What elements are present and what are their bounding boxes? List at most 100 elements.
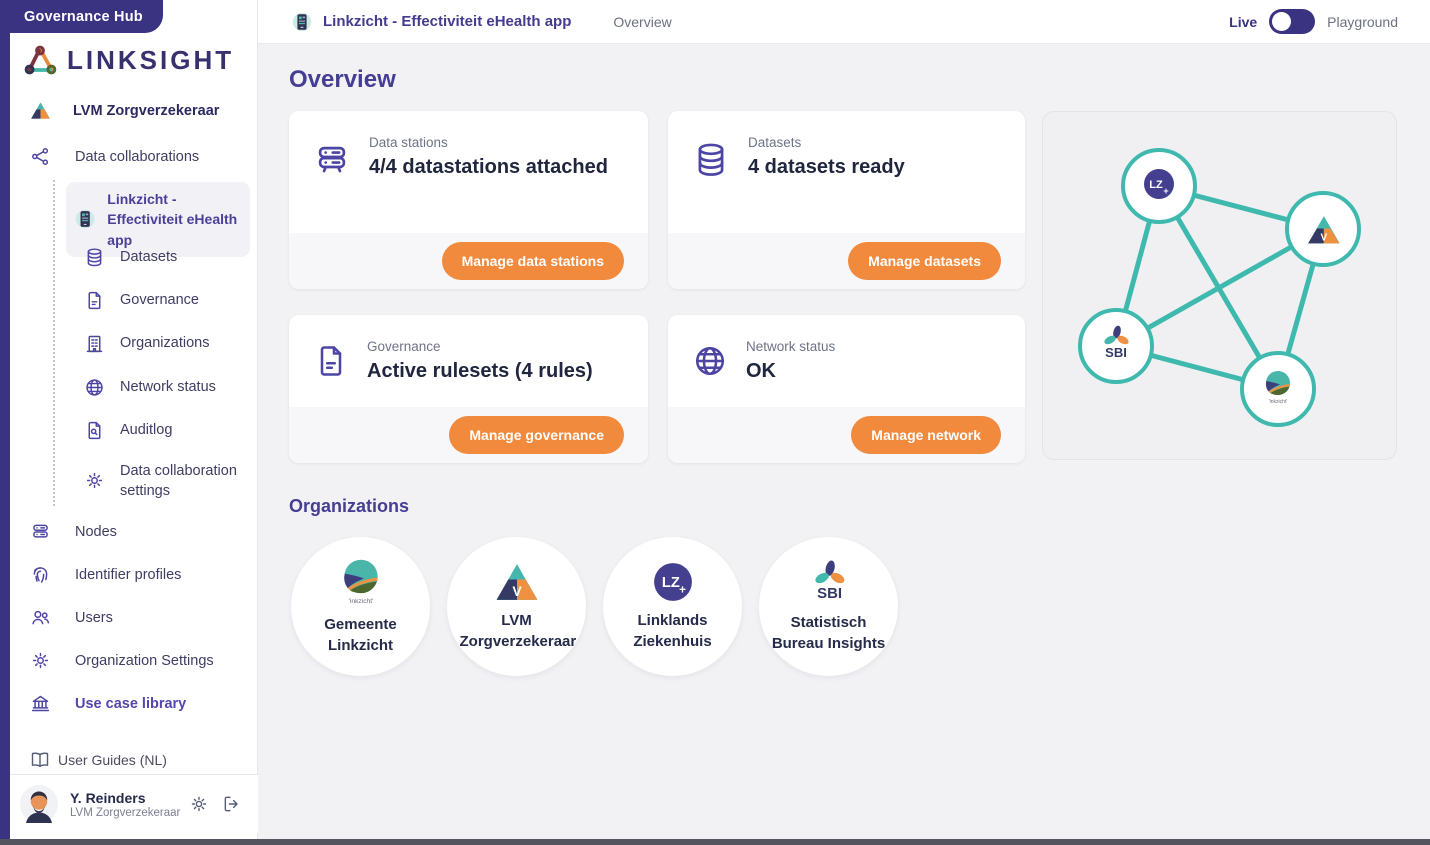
gear-icon [84, 470, 105, 491]
sidebar-item-data-collaborations[interactable]: Data collaborations [30, 146, 199, 167]
user-name: Y. Reinders [70, 790, 189, 806]
card-title: OK [746, 358, 835, 384]
graph-node-lvm-zorgverzekeraar[interactable]: V [1287, 193, 1359, 265]
database-icon [692, 141, 730, 179]
lz-circle-logo: LZ + [652, 561, 694, 603]
breadcrumb-app-title[interactable]: Linkzicht - Effectiviteit eHealth app [323, 13, 571, 30]
users-icon [30, 607, 51, 628]
sidebar-item-organization-settings[interactable]: Organization Settings [30, 650, 214, 671]
governance-hub-app: LINKSIGHT LVM Zorgverzekeraar Data colla… [0, 0, 1430, 845]
sidebar-org-label: LVM Zorgverzekeraar [73, 103, 219, 119]
ehealth-app-icon [291, 11, 313, 33]
sidebar: LINKSIGHT LVM Zorgverzekeraar Data colla… [0, 0, 258, 839]
card-network-status: Network status OK Manage network [668, 315, 1025, 463]
svg-text:'inkzicht': 'inkzicht' [1269, 399, 1288, 405]
organization-lvm-zorgverzekeraar[interactable]: V LVM Zorgverzekeraar [447, 537, 586, 676]
svg-text:SBI: SBI [817, 585, 842, 602]
sidebar-item-datasets[interactable]: Datasets [84, 247, 262, 268]
sidebar-item-label: Use case library [75, 696, 186, 712]
document-icon [84, 290, 105, 311]
sidebar-item-label: Auditlog [120, 421, 262, 441]
graph-node-statistisch-bureau-insights[interactable]: SBI [1080, 310, 1152, 382]
logout-icon[interactable] [222, 794, 242, 814]
mode-live-label: Live [1229, 14, 1257, 30]
svg-text:+: + [1163, 186, 1168, 196]
sidebar-item-auditlog[interactable]: Auditlog [84, 420, 262, 441]
ehealth-app-icon [74, 207, 96, 231]
sidebar-item-label: Organizations [120, 334, 262, 354]
user-footer: Y. Reinders LVM Zorgverzekeraar [0, 774, 258, 833]
sidebar-item-label: Governance [120, 291, 262, 311]
sidebar-active-collaboration-label: Linkzicht - Effectiviteit eHealth app [107, 189, 242, 250]
organizations-section-title: Organizations [289, 496, 409, 517]
sidebar-item-active-collaboration[interactable]: Linkzicht - Effectiviteit eHealth app [66, 182, 250, 257]
organization-statistisch-bureau-insights[interactable]: SBI Statistisch Bureau Insights [759, 537, 898, 676]
brand-wordmark: LINKSIGHT [67, 45, 234, 76]
organization-name: Statistisch Bureau Insights [772, 612, 886, 654]
organization-name: Gemeente Linkzicht [304, 614, 418, 656]
sidebar-item-nodes[interactable]: Nodes [30, 521, 117, 542]
card-title: 4 datasets ready [748, 154, 905, 180]
graph-node-gemeente-linkzicht[interactable]: 'inkzicht' [1242, 353, 1314, 425]
datastation-icon [313, 141, 351, 179]
topbar: Linkzicht - Effectiviteit eHealth app Ov… [258, 0, 1430, 44]
sidebar-item-identifier-profiles[interactable]: Identifier profiles [30, 564, 181, 585]
lvm-triangle-logo-icon [30, 101, 51, 120]
organization-linklands-ziekenhuis[interactable]: LZ + Linklands Ziekenhuis [603, 537, 742, 676]
card-governance: Governance Active rulesets (4 rules) Man… [289, 315, 648, 463]
svg-text:LZ: LZ [1149, 179, 1163, 191]
breadcrumb-current-page: Overview [613, 14, 671, 30]
svg-text:SBI: SBI [1105, 345, 1127, 360]
sidebar-item-label: Organization Settings [75, 653, 214, 669]
card-datasets: Datasets 4 datasets ready Manage dataset… [668, 111, 1025, 289]
sidebar-item-collaboration-settings[interactable]: Data collaboration settings [84, 462, 262, 501]
user-settings-gear-icon[interactable] [189, 794, 209, 814]
lvm-triangle-logo: V [494, 561, 540, 603]
share-icon [30, 146, 51, 167]
sidebar-item-label: Network status [120, 378, 262, 398]
building-icon [84, 333, 105, 354]
gear-icon [30, 650, 51, 671]
card-title: 4/4 datastations attached [369, 154, 608, 180]
sidebar-item-label: Nodes [75, 524, 117, 540]
card-label: Governance [367, 339, 593, 354]
svg-text:'inkzicht': 'inkzicht' [348, 598, 373, 605]
manage-network-button[interactable]: Manage network [851, 416, 1001, 454]
sidebar-item-governance[interactable]: Governance [84, 290, 262, 311]
sidebar-item-users[interactable]: Users [30, 607, 113, 628]
toggle-knob [1272, 12, 1291, 31]
sbi-petals-logo: SBI [808, 559, 850, 605]
sidebar-item-label: Data collaboration settings [120, 462, 262, 501]
window-bottom-edge [0, 839, 1430, 845]
sidebar-item-use-case-library[interactable]: Use case library [30, 693, 186, 714]
manage-data-stations-button[interactable]: Manage data stations [442, 242, 624, 280]
sidebar-item-label: Users [75, 610, 113, 626]
organization-name: Linklands Ziekenhuis [616, 610, 730, 652]
card-label: Network status [746, 339, 835, 354]
library-icon [30, 693, 51, 714]
network-graph-panel: LZ + V [1042, 111, 1397, 460]
organization-gemeente-linkzicht[interactable]: 'inkzicht' Gemeente Linkzicht [291, 537, 430, 676]
graph-node-linklands-ziekenhuis[interactable]: LZ + [1123, 150, 1195, 222]
live-playground-toggle[interactable] [1269, 9, 1315, 34]
sidebar-item-organizations[interactable]: Organizations [84, 333, 262, 354]
svg-text:+: + [679, 585, 686, 597]
manage-datasets-button[interactable]: Manage datasets [848, 242, 1001, 280]
sidebar-accent-stripe [0, 0, 10, 839]
sidebar-item-network-status[interactable]: Network status [84, 377, 262, 398]
governance-hub-badge: Governance Hub [0, 0, 163, 33]
organizations-row: 'inkzicht' Gemeente Linkzicht V LVM Zorg… [291, 537, 898, 676]
globe-icon [692, 343, 728, 379]
linkzicht-pie-logo: 'inkzicht' [341, 557, 381, 607]
mode-playground-label: Playground [1327, 14, 1398, 30]
manage-governance-button[interactable]: Manage governance [449, 416, 624, 454]
card-title: Active rulesets (4 rules) [367, 358, 593, 384]
linksight-logo-icon [22, 44, 58, 77]
svg-text:V: V [512, 583, 522, 599]
audit-document-icon [84, 420, 105, 441]
sidebar-item-label: Datasets [120, 248, 262, 268]
sidebar-item-user-guides[interactable]: User Guides (NL) [30, 750, 167, 770]
network-graph: LZ + V [1043, 112, 1396, 459]
sidebar-item-organization[interactable]: LVM Zorgverzekeraar [30, 101, 219, 120]
organization-name: LVM Zorgverzekeraar [460, 610, 574, 652]
